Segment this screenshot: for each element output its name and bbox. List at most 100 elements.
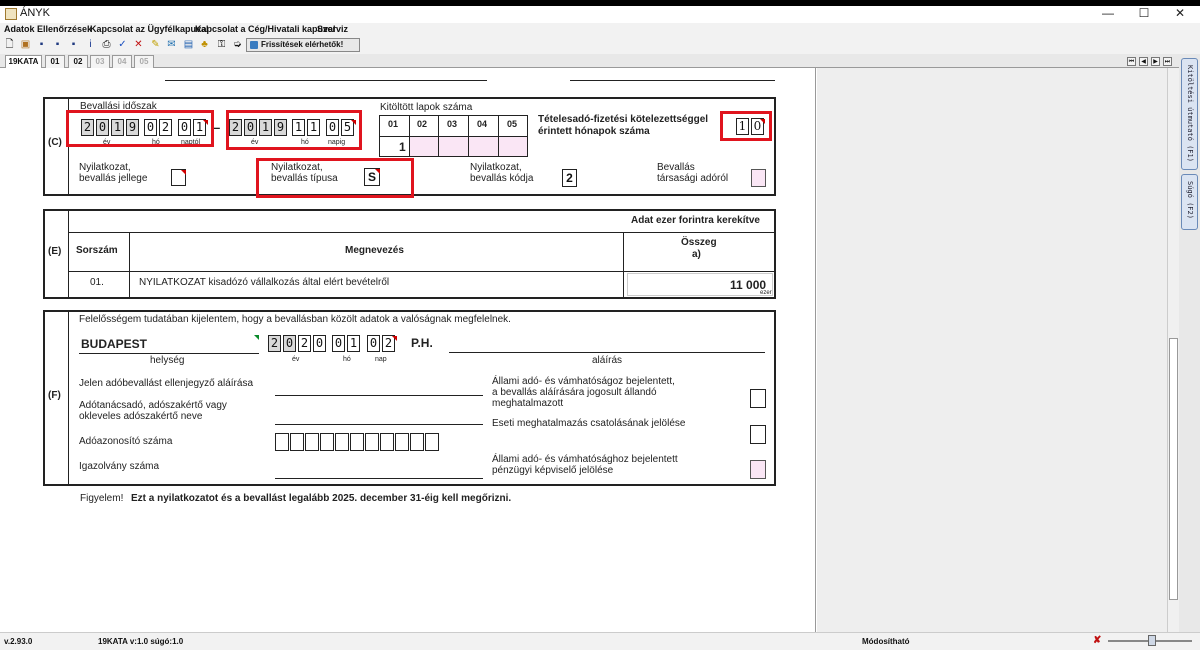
lock-icon[interactable]: ⚿ — [216, 39, 227, 51]
place-label: helység — [150, 355, 185, 366]
occasional-auth-label: Eseti meghatalmazás csatolásának jelölés… — [492, 418, 686, 429]
pencil-icon[interactable]: ✎ — [150, 39, 161, 51]
tab-03[interactable]: 03 — [90, 55, 110, 68]
tree-icon[interactable]: ♣ — [199, 39, 210, 51]
last-page-icon[interactable]: ⏭ — [1163, 57, 1172, 66]
id-line — [275, 478, 483, 479]
date-separator: – — [213, 120, 221, 135]
taxid-label: Adóazonosító száma — [79, 436, 173, 447]
page-header-04: 04 — [477, 119, 488, 129]
save-all-icon[interactable]: ▪ — [68, 39, 79, 51]
scrollbar-thumb[interactable] — [1169, 338, 1178, 600]
taxid-digit-cell[interactable] — [395, 433, 409, 451]
zoom-slider-handle[interactable] — [1148, 635, 1156, 646]
sign-year-digit[interactable]: 2 — [298, 335, 311, 352]
sign-year-label: év — [292, 356, 300, 363]
maximize-button[interactable]: ☐ — [1134, 6, 1154, 22]
updates-available-button[interactable]: Frissítések elérhetők! — [246, 38, 360, 52]
page-count-02-field[interactable] — [410, 137, 438, 156]
menu-szerviz[interactable]: Szerviz — [317, 24, 348, 34]
tab-guide[interactable]: Kitöltési útmutató (F1) — [1181, 58, 1198, 170]
corp-label-1: Bevallás — [657, 162, 695, 173]
export-icon[interactable]: ➭ — [232, 39, 243, 51]
check-icon[interactable]: ✓ — [117, 39, 128, 51]
taxid-digit-cell[interactable] — [425, 433, 439, 451]
side-pane — [817, 68, 1167, 632]
taxid-digit-cell[interactable] — [380, 433, 394, 451]
taxid-digit-cell[interactable] — [350, 433, 364, 451]
section-f-divider — [68, 311, 69, 485]
code-field[interactable]: 2 — [562, 169, 577, 187]
guide-label: Kitöltési útmutató (F1) — [1186, 65, 1194, 162]
book-icon[interactable]: ▤ — [183, 39, 194, 51]
fin-rep-checkbox[interactable] — [750, 460, 766, 479]
taxid-digit-cell[interactable] — [305, 433, 319, 451]
perm-auth-label-1: Állami adó- és vámhatóságoz bejelentett, — [492, 376, 675, 387]
delete-icon[interactable]: ✕ — [133, 39, 144, 51]
taxid-digit-cell[interactable] — [365, 433, 379, 451]
tab-05[interactable]: 05 — [134, 55, 154, 68]
row-name: NYILATKOZAT kisadózó vállalkozás által e… — [139, 277, 390, 288]
first-page-icon[interactable]: ⏮ — [1127, 57, 1136, 66]
vertical-scrollbar[interactable] — [1167, 68, 1179, 632]
close-button[interactable]: ✕ — [1170, 6, 1190, 22]
save-as-icon[interactable]: ▪ — [52, 39, 63, 51]
sign-month-digit[interactable]: 1 — [347, 335, 360, 352]
menu-ellenorzesek[interactable]: Ellenőrzések — [37, 24, 92, 34]
minimize-button[interactable]: — — [1098, 6, 1118, 22]
corp-field[interactable] — [751, 169, 766, 187]
tab-help[interactable]: Súgó (F2) — [1181, 174, 1198, 230]
page-count-04-field[interactable] — [469, 137, 498, 156]
sign-day-digit[interactable]: 0 — [367, 335, 380, 352]
open-icon[interactable]: ▣ — [20, 39, 31, 51]
perm-auth-checkbox[interactable] — [750, 389, 766, 408]
sign-year-digit[interactable]: 2 — [268, 335, 281, 352]
status-bar: v.2.93.0 19KATA v:1.0 súgó:1.0 Módosítha… — [0, 632, 1200, 650]
tab-01[interactable]: 01 — [45, 55, 65, 68]
pages-label: Kitöltött lapok száma — [380, 102, 473, 113]
table-col-line — [623, 232, 624, 298]
col-header-name: Megnevezés — [345, 245, 404, 256]
taxid-digit-cell[interactable] — [290, 433, 304, 451]
place-value[interactable]: BUDAPEST — [81, 337, 147, 351]
taxid-digit-cell[interactable] — [410, 433, 424, 451]
nature-label-2: bevallás jellege — [79, 173, 148, 184]
page-count-01-value[interactable]: 1 — [399, 140, 406, 154]
mode-text: Módosítható — [862, 637, 910, 646]
print-icon[interactable]: ⎙ — [101, 39, 112, 51]
corp-label-2: társasági adóról — [657, 173, 729, 184]
warning-prefix: Figyelem! — [80, 493, 124, 504]
page-count-03-field[interactable] — [439, 137, 468, 156]
menu-cegkapu[interactable]: Kapcsolat a Cég/Hivatali kapuval — [195, 24, 336, 34]
info-icon[interactable]: i — [85, 39, 96, 51]
menu-adatok[interactable]: Adatok — [4, 24, 35, 34]
updates-label: Frissítések elérhetők! — [261, 40, 344, 49]
mail-icon[interactable]: ✉ — [166, 39, 177, 51]
save-icon[interactable]: ▪ — [36, 39, 47, 51]
next-page-icon[interactable]: ▶ — [1151, 57, 1160, 66]
help-label: Súgó (F2) — [1186, 181, 1194, 219]
taxid-digit-cell[interactable] — [275, 433, 289, 451]
form-sheet: (C) Bevallási időszak 2 0 1 9 0 2 0 1 év… — [0, 68, 816, 632]
code-label-1: Nyilatkozat, — [470, 162, 522, 173]
tab-19kata[interactable]: 19KATA — [5, 55, 42, 68]
taxid-digit-cell[interactable] — [335, 433, 349, 451]
occasional-auth-checkbox[interactable] — [750, 425, 766, 444]
page-count-05-field[interactable] — [499, 137, 527, 156]
prev-page-icon[interactable]: ◀ — [1139, 57, 1148, 66]
table-col-line — [129, 232, 130, 298]
sign-year-digit[interactable]: 0 — [283, 335, 296, 352]
perm-auth-label-2: a bevallás aláírására jogosult állandó — [492, 387, 657, 398]
fin-rep-label-2: pénzügyi képviselő jelölése — [492, 465, 614, 476]
sign-year-digit[interactable]: 0 — [313, 335, 326, 352]
new-icon[interactable]: 🗋 — [4, 39, 15, 51]
menu-ugyfelkapu[interactable]: Kapcsolat az Ügyfélkapuval — [90, 24, 209, 34]
toolbar: 🗋 ▣ ▪ ▪ ▪ i ⎙ ✓ ✕ ✎ ✉ ▤ ♣ ⚿ ➭ Frissítése… — [0, 37, 1200, 54]
tab-02[interactable]: 02 — [68, 55, 88, 68]
tab-04[interactable]: 04 — [112, 55, 132, 68]
sign-month-label: hó — [343, 356, 351, 363]
prev-section-line-2 — [570, 80, 775, 81]
sign-month-digit[interactable]: 0 — [332, 335, 345, 352]
taxid-digit-cell[interactable] — [320, 433, 334, 451]
signature-line — [449, 352, 765, 353]
